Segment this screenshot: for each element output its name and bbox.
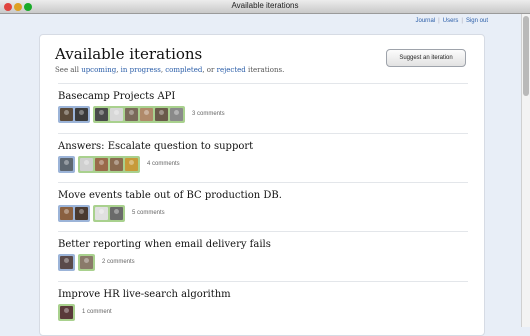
divider bbox=[58, 182, 468, 183]
iteration-title[interactable]: Move events table out of BC production D… bbox=[58, 190, 468, 201]
completed-link[interactable]: completed bbox=[165, 66, 202, 74]
avatar[interactable] bbox=[110, 107, 123, 121]
avatar[interactable] bbox=[60, 107, 73, 121]
iteration-item: Better reporting when email delivery fai… bbox=[58, 231, 468, 271]
avatar[interactable] bbox=[140, 107, 153, 121]
iteration-title[interactable]: Answers: Escalate question to support bbox=[58, 141, 468, 152]
iteration-item: Improve HR live-search algorithm 1 comme… bbox=[58, 281, 468, 321]
window-title: Available iterations bbox=[231, 1, 299, 10]
avatar[interactable] bbox=[60, 157, 73, 171]
iteration-item: Basecamp Projects API 3 comments bbox=[58, 83, 468, 123]
avatar[interactable] bbox=[95, 107, 108, 121]
comment-count[interactable]: 1 comment bbox=[82, 309, 112, 315]
avatar[interactable] bbox=[95, 157, 108, 171]
divider bbox=[58, 133, 468, 134]
avatar[interactable] bbox=[125, 157, 138, 171]
avatar[interactable] bbox=[60, 255, 73, 269]
iteration-title[interactable]: Basecamp Projects API bbox=[58, 91, 468, 102]
avatar[interactable] bbox=[80, 255, 93, 269]
top-navigation: Journal | Users | Sign out bbox=[415, 18, 488, 24]
comment-count[interactable]: 4 comments bbox=[147, 161, 180, 167]
avatar-row: 4 comments bbox=[58, 155, 180, 173]
iteration-title[interactable]: Better reporting when email delivery fai… bbox=[58, 239, 468, 250]
sign-out-link[interactable]: Sign out bbox=[466, 18, 488, 24]
subtitle-text: , or bbox=[202, 66, 217, 74]
iterations-panel: Available iterations See all upcoming, i… bbox=[39, 34, 485, 336]
participant-group bbox=[93, 105, 185, 123]
avatar[interactable] bbox=[95, 206, 108, 220]
avatar[interactable] bbox=[155, 107, 168, 121]
divider bbox=[58, 83, 468, 84]
participant-group bbox=[78, 155, 140, 173]
rejected-link[interactable]: rejected bbox=[217, 66, 246, 74]
window-titlebar: Available iterations bbox=[0, 0, 530, 14]
avatar[interactable] bbox=[60, 206, 73, 220]
vertical-scrollbar[interactable] bbox=[521, 14, 530, 327]
avatar[interactable] bbox=[60, 305, 73, 319]
iteration-item: Answers: Escalate question to support 4 … bbox=[58, 133, 468, 173]
nav-separator: | bbox=[438, 18, 440, 24]
divider bbox=[58, 281, 468, 282]
suggest-iteration-button[interactable]: Suggest an iteration bbox=[386, 49, 466, 67]
comment-count[interactable]: 3 comments bbox=[192, 111, 225, 117]
avatar[interactable] bbox=[170, 107, 183, 121]
assignee-group bbox=[58, 105, 90, 123]
participant-group bbox=[93, 204, 125, 222]
nav-separator: | bbox=[461, 18, 463, 24]
page-title: Available iterations bbox=[55, 45, 203, 63]
divider bbox=[58, 231, 468, 232]
iteration-item: Move events table out of BC production D… bbox=[58, 182, 468, 222]
subtitle-text: See all bbox=[55, 66, 82, 74]
assignee-group bbox=[58, 204, 90, 222]
users-link[interactable]: Users bbox=[443, 18, 459, 24]
assignee-group bbox=[58, 253, 75, 271]
comment-count[interactable]: 5 comments bbox=[132, 210, 165, 216]
upcoming-link[interactable]: upcoming bbox=[81, 66, 116, 74]
scrollbar-thumb[interactable] bbox=[523, 16, 529, 96]
avatar-row: 3 comments bbox=[58, 105, 225, 123]
avatar-row: 5 comments bbox=[58, 204, 165, 222]
comment-count[interactable]: 2 comments bbox=[102, 259, 135, 265]
avatar[interactable] bbox=[125, 107, 138, 121]
iteration-title[interactable]: Improve HR live-search algorithm bbox=[58, 289, 468, 300]
subtitle-text: iterations. bbox=[245, 66, 285, 74]
assignee-group bbox=[58, 155, 75, 173]
avatar[interactable] bbox=[75, 206, 88, 220]
avatar-row: 1 comment bbox=[58, 303, 112, 321]
in-progress-link[interactable]: in progress bbox=[121, 66, 161, 74]
avatar[interactable] bbox=[110, 157, 123, 171]
avatar[interactable] bbox=[110, 206, 123, 220]
participant-group bbox=[78, 253, 95, 271]
journal-link[interactable]: Journal bbox=[415, 18, 435, 24]
avatar-row: 2 comments bbox=[58, 253, 135, 271]
avatar[interactable] bbox=[75, 107, 88, 121]
avatar[interactable] bbox=[80, 157, 93, 171]
participant-group bbox=[58, 303, 75, 321]
filter-links: See all upcoming, in progress, completed… bbox=[55, 66, 284, 74]
